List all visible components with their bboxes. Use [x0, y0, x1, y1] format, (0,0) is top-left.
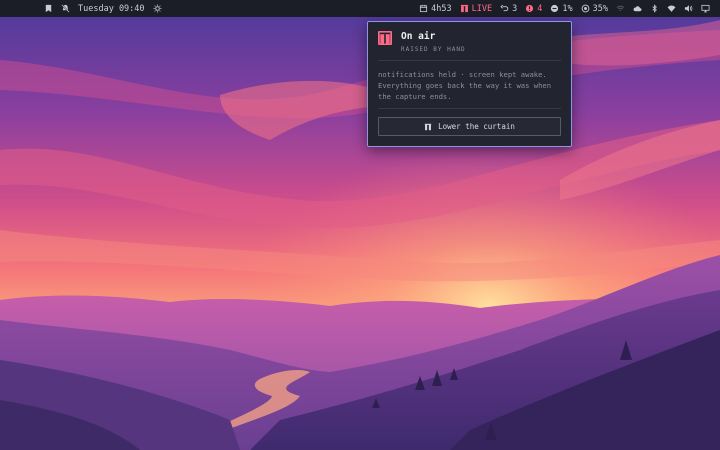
display-icon[interactable]: [701, 4, 710, 13]
top-panel-right: 4h53 LIVE 3 4 1% 35%: [419, 4, 720, 14]
alert-count: 4: [537, 3, 543, 14]
calendar-icon: [419, 4, 428, 13]
live-label: LIVE: [471, 3, 493, 14]
popup-title-block: On air RAISED BY HAND: [401, 31, 466, 53]
alert-icon: [525, 4, 534, 13]
timer-value: 4h53: [431, 3, 452, 14]
popup-divider: [378, 108, 561, 109]
curtain-icon: [378, 31, 392, 45]
top-panel: Tuesday 09:40 4h53 LIVE 3 4 1% 35%: [0, 0, 720, 17]
wifi-icon[interactable]: [667, 4, 676, 13]
popup-description: notifications held · screen kept awake. …: [378, 70, 552, 101]
undo-indicator[interactable]: 3: [500, 4, 517, 14]
lower-curtain-label: Lower the curtain: [438, 122, 515, 131]
brightness-icon[interactable]: [152, 4, 162, 13]
battery-icon: [581, 4, 590, 13]
dnd-value: 1%: [562, 3, 573, 14]
bookmark-icon[interactable]: [44, 4, 53, 13]
battery-indicator[interactable]: 35%: [581, 4, 608, 14]
lower-curtain-button[interactable]: Lower the curtain: [378, 117, 561, 136]
wifi-off-icon[interactable]: [616, 4, 625, 13]
bell-muted-icon[interactable]: [61, 4, 70, 13]
clock-label[interactable]: Tuesday 09:40: [78, 4, 145, 14]
dnd-indicator[interactable]: 1%: [550, 3, 573, 14]
curtain-icon: [460, 4, 469, 13]
popup-subtitle: RAISED BY HAND: [401, 46, 466, 53]
minus-circle-icon: [550, 4, 559, 13]
undo-count: 3: [512, 3, 518, 14]
popup-divider: [378, 60, 561, 61]
live-indicator[interactable]: LIVE: [460, 4, 492, 14]
session-timer[interactable]: 4h53: [419, 3, 452, 14]
bluetooth-icon[interactable]: [650, 4, 659, 13]
undo-icon: [500, 4, 509, 13]
popup-title: On air: [401, 31, 436, 42]
top-panel-left: Tuesday 09:40: [0, 4, 162, 14]
on-air-popup: On air RAISED BY HAND notifications held…: [367, 21, 572, 147]
curtain-icon: [424, 123, 432, 130]
desktop-wallpaper: [0, 0, 720, 450]
volume-icon[interactable]: [684, 4, 693, 13]
cloud-icon[interactable]: [633, 4, 642, 13]
popup-header: On air RAISED BY HAND: [378, 31, 466, 53]
battery-value: 35%: [592, 3, 608, 14]
alert-indicator[interactable]: 4: [525, 4, 542, 14]
